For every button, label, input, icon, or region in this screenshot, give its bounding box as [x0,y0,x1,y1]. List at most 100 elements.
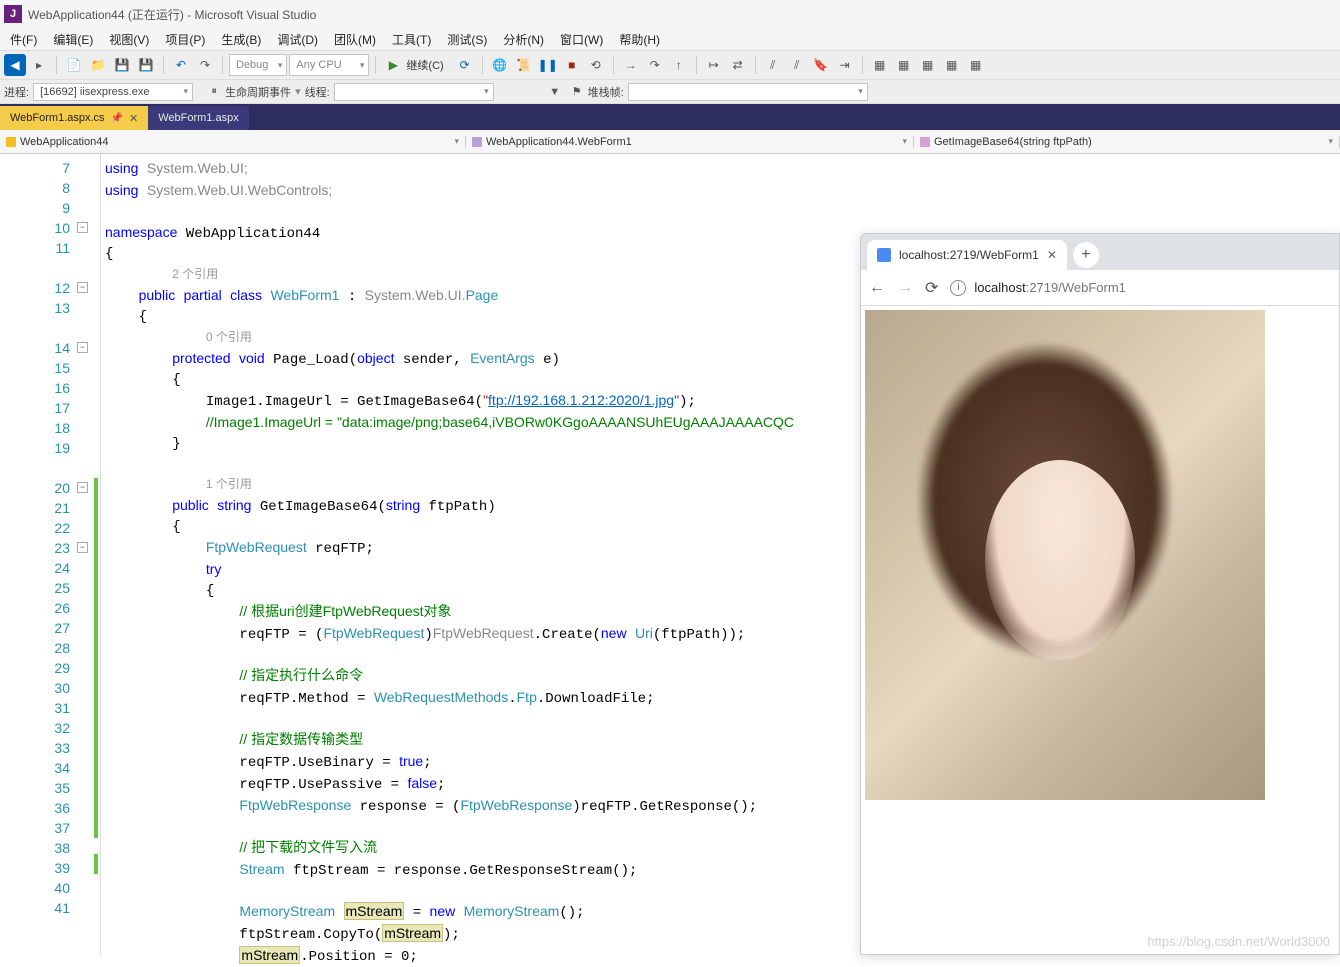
comment-icon[interactable]: ⫽ [762,54,784,76]
main-toolbar: ◀ ▸ 📄 📁 💾 💾 ↶ ↷ Debug Any CPU ▶ 继续(C) ⟳ … [0,50,1340,80]
nav-forward-icon: → [897,279,913,297]
browser-viewport [861,306,1339,804]
stackframe-label: 堆栈帧: [588,84,624,100]
lifecycle-icon[interactable]: ⏸ [203,81,225,103]
step-over-icon[interactable]: ↷ [644,54,666,76]
browser-address-bar: ← → ⟳ i localhost:2719/WebForm1 [861,270,1339,306]
separator [375,56,376,74]
pause-icon[interactable]: ❚❚ [537,54,559,76]
change-marker [94,478,98,838]
toggle4-icon[interactable]: ▦ [941,54,963,76]
breadcrumb-method[interactable]: GetImageBase64(string ftpPath) [914,136,1340,148]
menu-analyze[interactable]: 分析(N) [495,31,552,48]
reload-icon[interactable]: ⟳ [925,278,938,298]
separator [163,56,164,74]
toggle5-icon[interactable]: ▦ [965,54,987,76]
uncomment-icon[interactable]: ⫽ [786,54,808,76]
continue-label[interactable]: 继续(C) [406,57,443,73]
result-image [865,310,1265,800]
menu-bar: 件(F) 编辑(E) 视图(V) 项目(P) 生成(B) 调试(D) 团队(M)… [0,28,1340,50]
tab-label: WebForm1.aspx [158,112,239,124]
tab-webform-aspx[interactable]: WebForm1.aspx [148,106,249,130]
toggle3-icon[interactable]: ▦ [917,54,939,76]
script-icon[interactable]: 📜 [513,54,535,76]
menu-team[interactable]: 团队(M) [326,31,384,48]
nav-back-icon[interactable]: ◀ [4,54,26,76]
tab-label: WebForm1.aspx.cs [10,112,105,124]
menu-project[interactable]: 项目(P) [157,31,213,48]
save-all-icon[interactable]: 💾 [135,54,157,76]
menu-window[interactable]: 窗口(W) [552,31,611,48]
debug-toolbar: 进程: [16692] iisexpress.exe ⏸ 生命周期事件 ▾ 线程… [0,80,1340,104]
breadcrumb-project[interactable]: WebApplication44 [0,136,466,148]
nav-fwd-icon[interactable]: ▸ [28,54,50,76]
separator [696,56,697,74]
redo-icon[interactable]: ↷ [194,54,216,76]
fold-icon[interactable]: − [77,542,88,553]
toggle2-icon[interactable]: ▦ [893,54,915,76]
breadcrumb-class[interactable]: WebApplication44.WebForm1 [466,136,914,148]
stackframe-selector[interactable] [628,83,868,101]
pin-icon[interactable]: 📌 [111,113,123,124]
flag-icon[interactable]: ⚑ [566,81,588,103]
fold-icon[interactable]: − [77,222,88,233]
omnibox[interactable]: i localhost:2719/WebForm1 [950,280,1331,296]
refresh-icon[interactable]: ⟳ [454,54,476,76]
browser-select-icon[interactable]: 🌐 [489,54,511,76]
platform-selector[interactable]: Any CPU [289,54,369,76]
window-title: WebApplication44 (正在运行) - Microsoft Visu… [28,6,316,23]
site-info-icon[interactable]: i [950,280,966,296]
change-marker [94,854,98,874]
fold-icon[interactable]: − [77,482,88,493]
fold-icon[interactable]: − [77,342,88,353]
bookmark-icon[interactable]: 🔖 [810,54,832,76]
autos-icon[interactable]: ⇄ [727,54,749,76]
method-icon [920,137,930,147]
browser-tab-title: localhost:2719/WebForm1 [899,248,1039,262]
fold-icon[interactable]: − [77,282,88,293]
menu-build[interactable]: 生成(B) [213,31,269,48]
save-icon[interactable]: 💾 [111,54,133,76]
menu-help[interactable]: 帮助(H) [611,31,668,48]
browser-tab[interactable]: localhost:2719/WebForm1 ✕ [867,240,1067,270]
nav-back-icon[interactable]: ← [869,279,885,297]
process-label: 进程: [4,84,29,100]
menu-debug[interactable]: 调试(D) [269,31,326,48]
toggle1-icon[interactable]: ▦ [869,54,891,76]
step-out-icon[interactable]: ↑ [668,54,690,76]
menu-view[interactable]: 视图(V) [101,31,157,48]
tab-webform-cs[interactable]: WebForm1.aspx.cs 📌 ✕ [0,106,148,130]
separator [222,56,223,74]
menu-test[interactable]: 测试(S) [439,31,495,48]
class-icon [472,137,482,147]
process-selector[interactable]: [16692] iisexpress.exe [33,83,193,101]
menu-tools[interactable]: 工具(T) [384,31,439,48]
menu-edit[interactable]: 编辑(E) [45,31,101,48]
close-icon[interactable]: ✕ [129,112,138,125]
step-into-icon[interactable]: → [620,54,642,76]
watermark: https://blog.csdn.net/World3000 [1147,934,1330,949]
lifecycle-label: 生命周期事件 [225,84,291,100]
config-selector[interactable]: Debug [229,54,287,76]
show-next-icon[interactable]: ↦ [703,54,725,76]
stop-icon[interactable]: ■ [561,54,583,76]
new-file-icon[interactable]: 📄 [63,54,85,76]
close-tab-icon[interactable]: ✕ [1047,248,1057,262]
separator [613,56,614,74]
thread-selector[interactable] [334,83,494,101]
menu-file[interactable]: 件(F) [2,31,45,48]
separator [56,56,57,74]
filter-icon[interactable]: ▼ [544,81,566,103]
favicon-icon [877,248,891,262]
open-icon[interactable]: 📁 [87,54,109,76]
indent-icon[interactable]: ⇥ [834,54,856,76]
breadcrumb-bar: WebApplication44 WebApplication44.WebFor… [0,130,1340,154]
continue-icon[interactable]: ▶ [382,54,404,76]
vs-logo-icon: J [4,5,22,23]
restart-icon[interactable]: ⟲ [585,54,607,76]
bc-class-label: WebApplication44.WebForm1 [486,136,632,148]
undo-icon[interactable]: ↶ [170,54,192,76]
document-tab-strip: WebForm1.aspx.cs 📌 ✕ WebForm1.aspx [0,104,1340,130]
bc-project-label: WebApplication44 [20,136,108,148]
new-tab-button[interactable]: + [1073,242,1099,268]
